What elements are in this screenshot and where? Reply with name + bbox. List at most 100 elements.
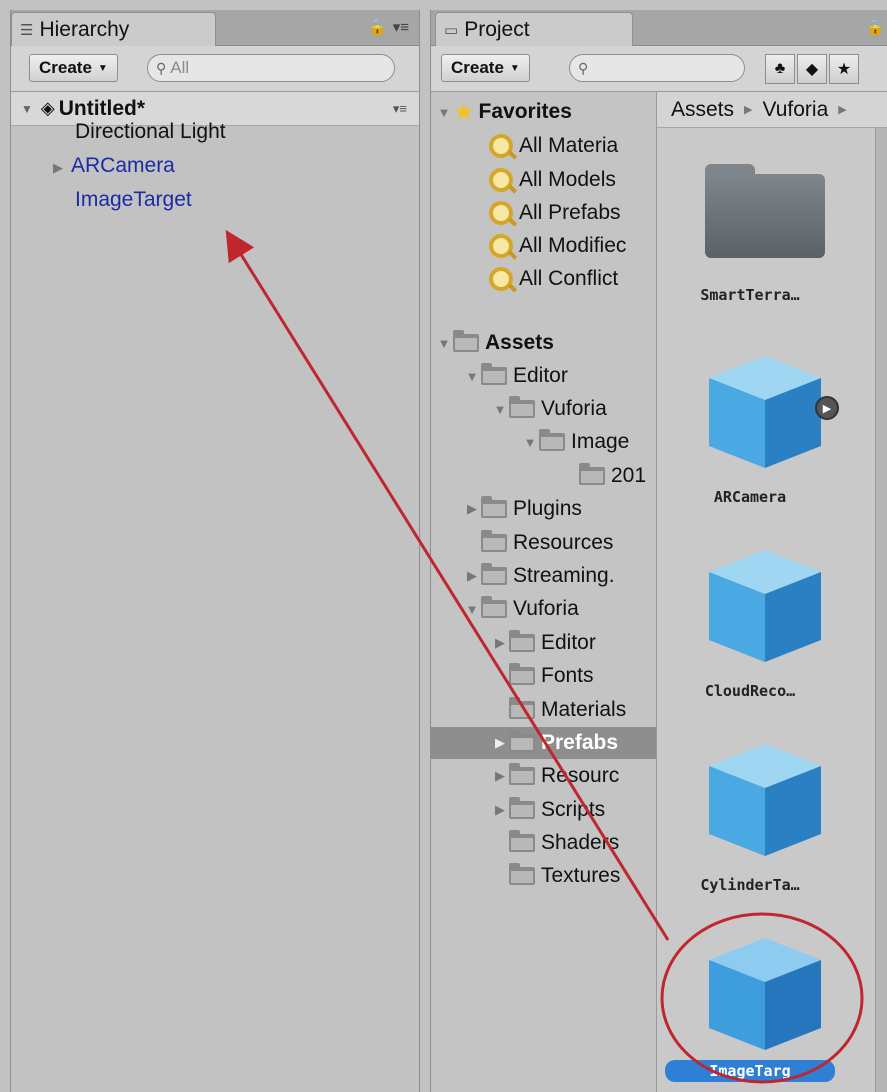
tree-favorite-item[interactable]: All Prefabs xyxy=(431,197,656,229)
tree-folder-plugins[interactable]: ▶ Plugins xyxy=(431,493,656,525)
expand-arrow-icon[interactable]: ▶ xyxy=(53,160,63,175)
tree-item-label: All Conflict xyxy=(519,267,619,290)
tree-favorites[interactable]: ▼ ★ Favorites xyxy=(431,96,656,128)
expand-arrow-icon[interactable]: ▶ xyxy=(491,735,509,751)
breadcrumb-item[interactable]: Vuforia xyxy=(763,98,829,122)
hierarchy-item-directional-light[interactable]: Directional Light xyxy=(75,120,226,144)
scene-name: Untitled* xyxy=(58,96,146,120)
expand-arrow-icon[interactable]: ▶ xyxy=(463,568,481,584)
panel-controls: 🔒 xyxy=(866,18,885,36)
tree-folder-scripts[interactable]: ▶ Scripts xyxy=(431,794,656,826)
asset-label: ARCamera xyxy=(713,488,787,506)
tree-item-label: All Materia xyxy=(519,134,619,157)
filter-by-type-icon[interactable]: ♣ xyxy=(765,54,795,84)
hierarchy-item-label: ImageTarget xyxy=(75,188,192,211)
prefab-cube-icon xyxy=(709,744,821,856)
tab-project[interactable]: ▭ Project xyxy=(435,12,633,46)
asset-arcamera[interactable]: ▶ ARCamera xyxy=(665,352,839,512)
asset-cloudreco[interactable]: CloudReco… xyxy=(665,546,835,706)
search-input[interactable]: ⚲ All xyxy=(147,54,395,82)
scrollbar[interactable] xyxy=(875,128,887,1092)
breadcrumb-item[interactable]: Assets xyxy=(671,98,734,122)
tree-folder-vuforia[interactable]: ▼ Vuforia xyxy=(431,393,656,425)
folder-icon xyxy=(509,630,535,652)
tree-folder-editor[interactable]: ▼ Editor xyxy=(431,360,656,392)
tab-hierarchy-label: Hierarchy xyxy=(39,17,130,41)
tree-item-label: Editor xyxy=(513,364,568,387)
hierarchy-panel: ☰ Hierarchy 🔒 ▾≡ Create ▼ ⚲ All ▼ ◈ Unti… xyxy=(10,10,420,1092)
folder-icon xyxy=(705,164,825,258)
folder-icon xyxy=(509,830,535,852)
expand-arrow-icon[interactable]: ▼ xyxy=(463,369,481,384)
search-input[interactable]: ⚲ xyxy=(569,54,745,82)
tab-project-label: Project xyxy=(464,17,530,41)
hierarchy-item-arcamera[interactable]: ▶ ARCamera xyxy=(53,154,175,178)
lock-icon[interactable]: 🔒 xyxy=(866,18,885,36)
hierarchy-item-label: ARCamera xyxy=(71,154,175,177)
folder-icon xyxy=(481,530,507,552)
tree-folder-fonts[interactable]: Fonts xyxy=(431,660,656,692)
folder-icon xyxy=(509,763,535,785)
search-icon: ⚲ xyxy=(156,59,167,76)
tree-item-label: All Prefabs xyxy=(519,201,621,224)
lock-icon[interactable]: 🔒 xyxy=(368,18,387,36)
hierarchy-item-imagetarget[interactable]: ImageTarget xyxy=(75,188,192,212)
create-button[interactable]: Create ▼ xyxy=(441,54,530,82)
tree-favorite-item[interactable]: All Modifiec xyxy=(431,230,656,262)
folder-icon xyxy=(509,863,535,885)
expand-arrow-icon[interactable]: ▶ xyxy=(491,768,509,784)
tree-folder-resources[interactable]: Resources xyxy=(431,527,656,559)
prefab-cube-icon xyxy=(709,550,821,662)
tree-folder-editor-2[interactable]: ▶ Editor xyxy=(431,627,656,659)
tree-favorite-item[interactable]: All Models xyxy=(431,164,656,196)
tree-item-label: All Modifiec xyxy=(519,234,627,257)
expand-arrow-icon[interactable]: ▶ xyxy=(463,501,481,517)
tree-folder-textures[interactable]: Textures xyxy=(431,860,656,892)
favorite-star-icon[interactable]: ★ xyxy=(829,54,859,84)
play-icon[interactable]: ▶ xyxy=(815,396,839,420)
project-toolbar: Create ▼ ⚲ ♣ ◆ ★ xyxy=(431,46,887,92)
tree-item-label: Favorites xyxy=(478,100,572,123)
panel-menu-icon[interactable]: ▾≡ xyxy=(393,18,409,36)
tree-folder-prefabs[interactable]: ▶ Prefabs xyxy=(431,727,656,759)
tree-folder-resources-2[interactable]: ▶ Resourc xyxy=(431,760,656,792)
tree-favorite-item[interactable]: All Conflict xyxy=(431,263,656,295)
tree-folder-materials[interactable]: Materials xyxy=(431,694,656,726)
filter-by-label-icon[interactable]: ◆ xyxy=(797,54,827,84)
hierarchy-toolbar: Create ▼ ⚲ All xyxy=(11,46,419,92)
tree-folder-image[interactable]: ▼ Image xyxy=(431,426,656,458)
saved-search-icon xyxy=(489,134,513,158)
tree-folder-streaming[interactable]: ▶ Streaming. xyxy=(431,560,656,592)
expand-arrow-icon[interactable]: ▶ xyxy=(491,802,509,818)
asset-imagetarget[interactable]: ImageTarg xyxy=(665,934,835,1092)
expand-arrow-icon[interactable]: ▼ xyxy=(521,435,539,450)
expand-arrow-icon[interactable]: ▶ xyxy=(491,635,509,651)
prefab-cube-icon xyxy=(709,356,821,468)
saved-search-icon xyxy=(489,234,513,258)
expand-arrow-icon[interactable]: ▼ xyxy=(435,336,453,351)
tree-item-label: Fonts xyxy=(541,664,594,687)
asset-cylindertarget[interactable]: CylinderTa… xyxy=(665,740,835,900)
folder-icon xyxy=(453,330,479,352)
tree-folder-201[interactable]: 201 xyxy=(431,460,656,492)
tree-item-label: Streaming. xyxy=(513,564,615,587)
scene-menu-icon[interactable]: ▾≡ xyxy=(393,101,407,117)
folder-icon xyxy=(481,363,507,385)
create-button-label: Create xyxy=(451,58,504,77)
folder-icon xyxy=(509,396,535,418)
tab-hierarchy[interactable]: ☰ Hierarchy xyxy=(11,12,216,46)
folder-icon xyxy=(509,697,535,719)
expand-arrow-icon[interactable]: ▼ xyxy=(21,102,33,116)
tree-favorite-item[interactable]: All Materia xyxy=(431,130,656,162)
tree-folder-shaders[interactable]: Shaders xyxy=(431,827,656,859)
tree-item-label: Assets xyxy=(485,331,554,354)
expand-arrow-icon[interactable]: ▼ xyxy=(463,602,481,617)
create-button[interactable]: Create ▼ xyxy=(29,54,118,82)
tree-assets[interactable]: ▼ Assets xyxy=(431,327,656,359)
expand-arrow-icon[interactable]: ▼ xyxy=(491,402,509,417)
tree-folder-vuforia[interactable]: ▼ Vuforia xyxy=(431,593,656,625)
expand-arrow-icon[interactable]: ▼ xyxy=(435,105,453,120)
tree-item-label: Prefabs xyxy=(541,731,619,754)
folder-icon xyxy=(509,730,535,752)
asset-smartterrain[interactable]: SmartTerra… xyxy=(665,164,835,322)
